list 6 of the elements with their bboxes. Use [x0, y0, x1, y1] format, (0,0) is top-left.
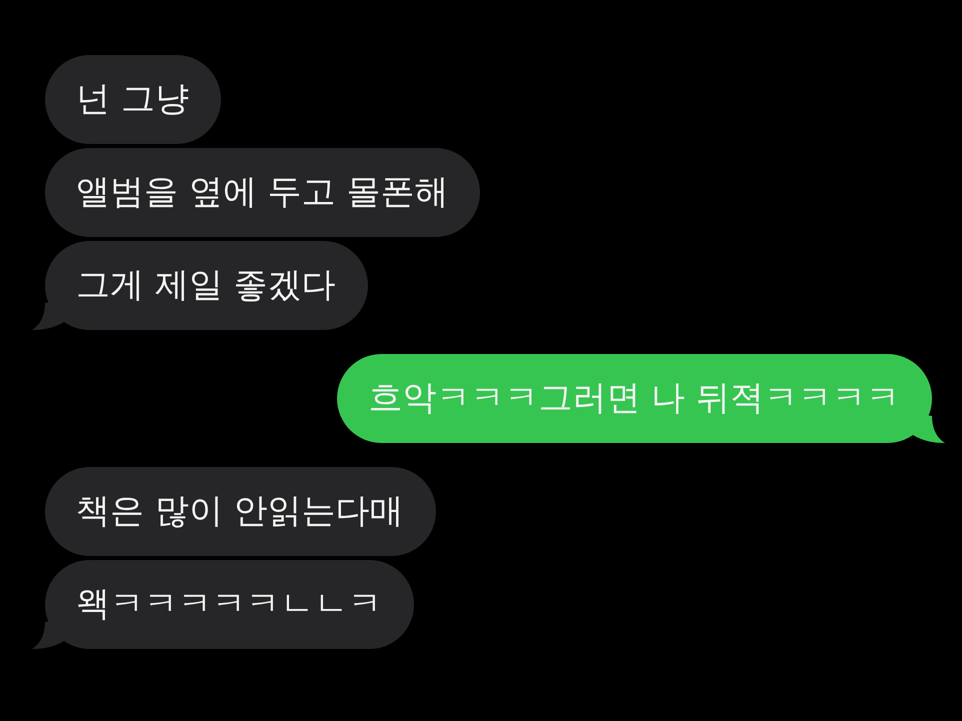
- message-text: 넌 그냥: [76, 79, 189, 120]
- message-text: 그게 제일 좋겠다: [76, 265, 336, 306]
- message-text: 흐악ㅋㅋㅋ그러면 나 뒤젹ㅋㅋㅋㅋ: [368, 378, 900, 419]
- message-text: 왝ㅋㅋㅋㅋㅋㄴㄴㅋ: [76, 584, 382, 625]
- message-text: 책은 많이 안읽는다매: [76, 491, 404, 532]
- message-text: 앨범을 옆에 두고 몰폰해: [76, 172, 448, 213]
